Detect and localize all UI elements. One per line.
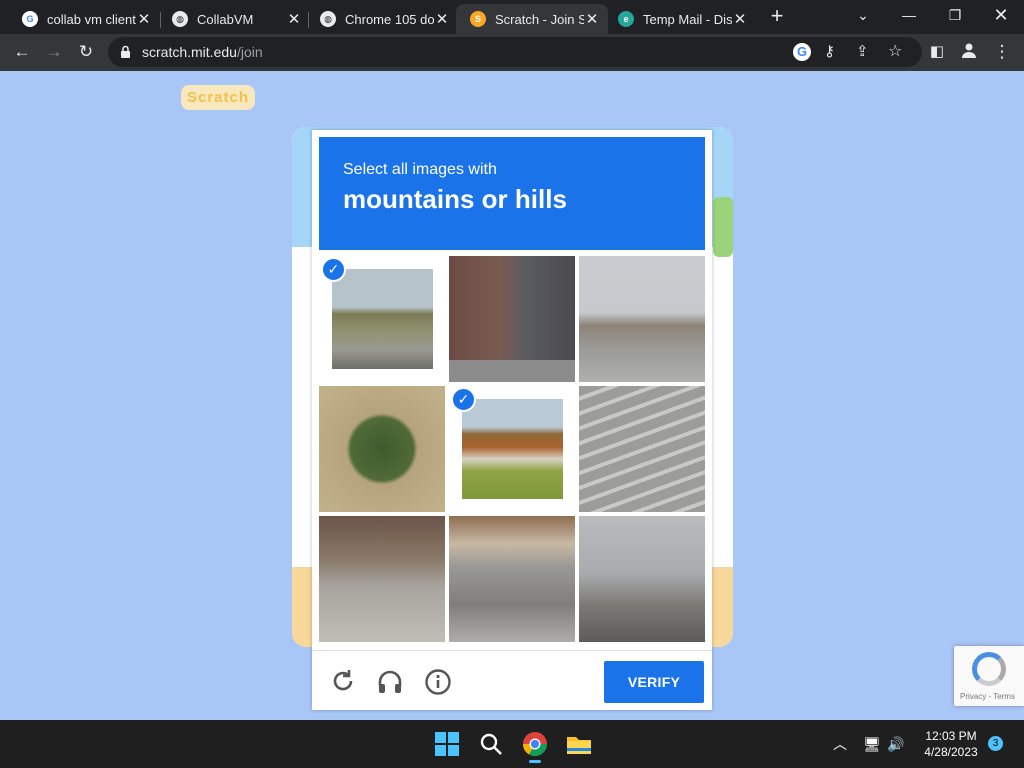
chevron-down-icon[interactable]: ⌄: [849, 4, 877, 28]
image-tile[interactable]: [579, 256, 705, 382]
tab-chrome-105[interactable]: ◍ Chrome 105 dow ✕: [306, 4, 458, 34]
challenge-target: mountains or hills: [343, 184, 567, 214]
close-icon[interactable]: ✕: [136, 10, 152, 28]
restore-icon[interactable]: ❐: [941, 4, 969, 28]
key-icon[interactable]: ⚷: [824, 42, 835, 60]
close-icon[interactable]: ✕: [732, 10, 748, 28]
tab-title: Scratch - Join Sc: [495, 11, 584, 27]
challenge-instruction: Select all images with: [343, 161, 497, 178]
tab-collab-vm-client[interactable]: G collab vm client ✕: [8, 4, 160, 34]
google-lens-icon[interactable]: G: [793, 43, 811, 61]
image-tile[interactable]: ✓: [319, 256, 445, 382]
bookmark-star-icon[interactable]: ☆: [888, 41, 902, 61]
close-icon[interactable]: ✕: [584, 10, 600, 28]
close-icon[interactable]: ✕: [434, 10, 450, 28]
clock-time: 12:03 PM: [925, 729, 977, 743]
tile-image: [332, 269, 433, 369]
tile-image: [579, 516, 705, 642]
tile-ground: [449, 360, 575, 382]
tab-title: CollabVM: [197, 11, 254, 27]
volume-icon[interactable]: 🔊: [886, 734, 906, 754]
back-icon[interactable]: ←: [11, 41, 33, 63]
side-panel-icon[interactable]: ◧: [926, 41, 948, 63]
windows-start-icon[interactable]: [431, 728, 463, 760]
recaptcha-badge[interactable]: Privacy - Terms: [954, 646, 1024, 706]
globe-icon: ◍: [172, 11, 188, 27]
url-text: scratch.mit.edu/join: [142, 44, 263, 60]
minimize-icon[interactable]: —: [895, 4, 923, 28]
scratch-icon: S: [470, 11, 486, 27]
google-icon: G: [22, 11, 38, 27]
search-icon[interactable]: [475, 728, 507, 760]
active-indicator: [529, 760, 541, 763]
image-tile[interactable]: ✓: [449, 386, 575, 512]
file-explorer-icon[interactable]: [563, 728, 595, 760]
url-host: scratch.mit.edu: [142, 44, 237, 60]
tempmail-icon: e: [618, 11, 634, 27]
tile-image: [319, 516, 445, 642]
clock[interactable]: 12:03 PM 4/28/2023: [918, 728, 984, 760]
tab-temp-mail[interactable]: e Temp Mail - Disp ✕: [604, 4, 756, 34]
checkmark-icon: ✓: [321, 257, 346, 282]
image-tile[interactable]: [319, 516, 445, 642]
recaptcha-challenge: Select all images with mountains or hill…: [312, 130, 712, 710]
tab-collabvm[interactable]: ◍ CollabVM ✕: [158, 4, 310, 34]
image-tile[interactable]: [579, 386, 705, 512]
close-icon[interactable]: ✕: [286, 10, 302, 28]
image-tile[interactable]: [449, 516, 575, 642]
challenge-footer: VERIFY: [312, 650, 712, 710]
verify-button[interactable]: VERIFY: [604, 661, 704, 703]
audio-challenge-icon[interactable]: [376, 668, 404, 696]
share-icon[interactable]: ⇪: [856, 42, 869, 60]
tile-image: [319, 386, 445, 512]
lock-icon: [121, 45, 130, 58]
dialog-decoration: [713, 197, 733, 257]
notification-badge[interactable]: 3: [988, 736, 1003, 751]
image-tile[interactable]: [579, 516, 705, 642]
tab-scratch-join[interactable]: S Scratch - Join Sc ✕: [456, 4, 608, 34]
windows-taskbar: ︿ 🖥 🔊 12:03 PM 4/28/2023 3: [0, 720, 1024, 768]
image-tile[interactable]: [319, 386, 445, 512]
window-close-icon[interactable]: ✕: [987, 4, 1015, 28]
tab-title: Temp Mail - Disp: [643, 11, 732, 27]
reload-challenge-icon[interactable]: [329, 668, 357, 696]
recaptcha-logo-icon: [972, 652, 1006, 686]
tab-title: Chrome 105 dow: [345, 11, 434, 27]
tile-image: [462, 399, 563, 499]
profile-icon[interactable]: [958, 41, 980, 63]
url-path: /join: [236, 44, 263, 60]
chrome-taskbar-icon[interactable]: [519, 728, 551, 763]
menu-kebab-icon[interactable]: ⋮: [991, 41, 1013, 63]
globe-icon: ◍: [320, 11, 336, 27]
network-icon[interactable]: 🖥: [862, 734, 882, 754]
tab-title: collab vm client: [47, 11, 136, 27]
challenge-header: Select all images with mountains or hill…: [319, 137, 705, 250]
info-icon[interactable]: [424, 668, 452, 696]
checkmark-icon: ✓: [451, 387, 476, 412]
tile-image: [449, 516, 575, 642]
clock-date: 4/28/2023: [924, 745, 978, 759]
browser-toolbar: ← → ↻ scratch.mit.edu/join G ⚷ ⇪ ☆ ◧ ⋮: [0, 34, 1024, 71]
tile-image: [579, 386, 705, 512]
scratch-logo[interactable]: Scratch: [181, 85, 255, 110]
page-content: Scratch Select all images with mountains…: [0, 71, 1024, 720]
forward-icon[interactable]: →: [43, 41, 65, 63]
address-bar[interactable]: scratch.mit.edu/join G ⚷ ⇪ ☆: [108, 37, 922, 67]
image-grid: ✓ ✓: [319, 256, 705, 642]
tile-image: [579, 256, 705, 382]
new-tab-icon[interactable]: +: [766, 5, 788, 28]
reload-icon[interactable]: ↻: [75, 41, 97, 63]
image-tile[interactable]: [449, 256, 575, 382]
tab-strip: G collab vm client ✕ ◍ CollabVM ✕ ◍ Chro…: [0, 0, 1024, 34]
recaptcha-links[interactable]: Privacy - Terms: [960, 692, 1015, 701]
chevron-up-icon[interactable]: ︿: [830, 734, 850, 754]
